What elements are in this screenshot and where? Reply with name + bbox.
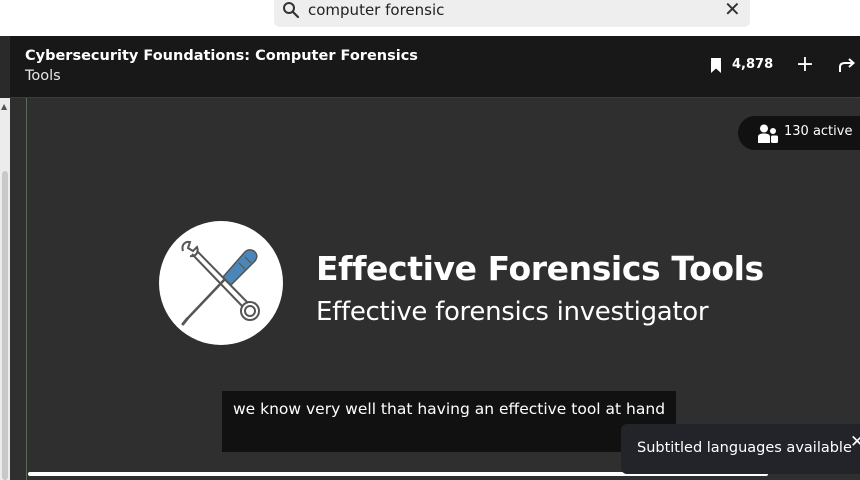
share-icon[interactable] <box>838 57 856 73</box>
scroll-up-icon[interactable]: ▲ <box>1 102 7 111</box>
people-icon <box>758 124 778 143</box>
slide-subtitle: Effective forensics investigator <box>316 297 709 327</box>
saves-count: 4,878 <box>732 57 774 72</box>
add-icon[interactable]: + <box>795 53 815 77</box>
active-count: 130 active <box>784 124 853 139</box>
player-header: Cybersecurity Foundations: Computer Fore… <box>10 36 860 98</box>
caption-box: we know very well that having an effecti… <box>222 391 676 452</box>
page-scrollbar[interactable]: ▲ <box>0 36 10 480</box>
toast-text: Subtitled languages available <box>637 440 852 456</box>
frame-border <box>26 98 27 480</box>
wrench-screwdriver-icon <box>181 240 260 326</box>
bookmark-icon[interactable] <box>710 58 722 73</box>
subtitle-languages-toast[interactable]: Subtitled languages available ✕ <box>621 424 860 474</box>
close-icon[interactable]: ✕ <box>724 0 741 19</box>
caption-text: we know very well that having an effecti… <box>232 400 666 418</box>
close-icon[interactable]: ✕ <box>850 432 860 452</box>
active-viewers-badge[interactable]: 130 active <box>738 116 860 150</box>
slide-title: Effective Forensics Tools <box>316 249 764 288</box>
search-input[interactable] <box>308 0 708 20</box>
scroll-thumb[interactable] <box>2 171 8 480</box>
course-title[interactable]: Cybersecurity Foundations: Computer Fore… <box>25 48 418 64</box>
video-player[interactable]: Cybersecurity Foundations: Computer Fore… <box>10 36 860 480</box>
search-icon <box>283 2 300 19</box>
top-bar: ✕ <box>0 0 860 36</box>
scrollbar-top-shade <box>0 36 10 98</box>
search-box[interactable]: ✕ <box>274 0 750 27</box>
tools-logo <box>159 221 283 345</box>
section-title: Tools <box>25 68 61 84</box>
